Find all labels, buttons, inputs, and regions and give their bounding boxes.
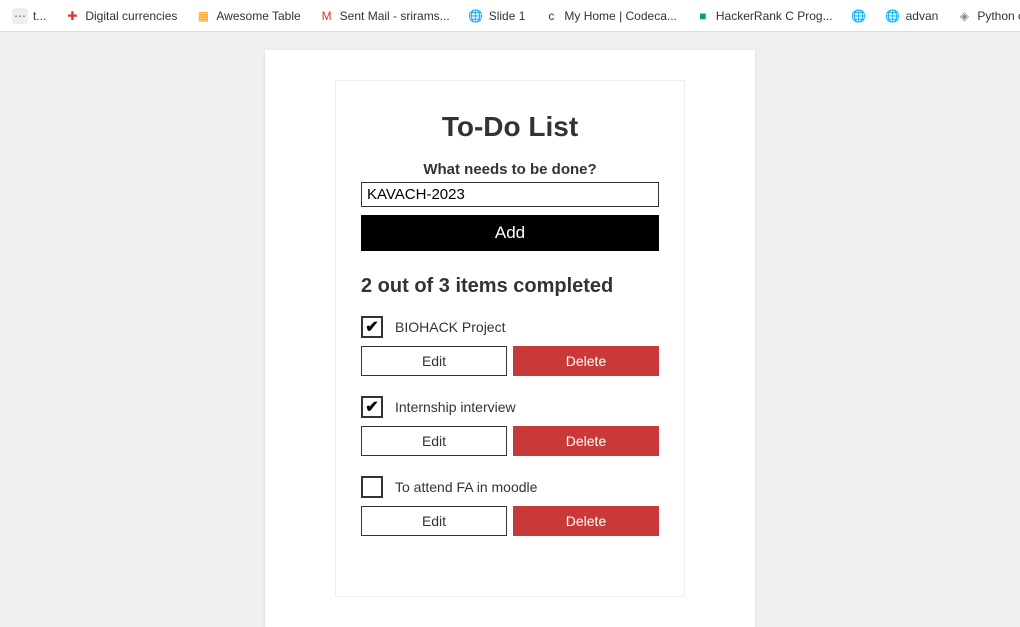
todo-app: To-Do List What needs to be done? Add 2 …: [335, 80, 685, 597]
bookmark-favicon-icon: ▦: [195, 8, 211, 24]
bookmark-favicon-icon: ⋯: [12, 8, 28, 24]
todo-checkbox[interactable]: [361, 316, 383, 338]
bookmark-label: Sent Mail - srirams...: [340, 9, 450, 23]
todo-actions: EditDelete: [361, 346, 659, 376]
bookmark-item[interactable]: M Sent Mail - srirams...: [313, 4, 456, 28]
bookmark-item[interactable]: ◈ Python object seria: [950, 4, 1020, 28]
edit-button[interactable]: Edit: [361, 426, 507, 456]
todo-row: To attend FA in moodle: [361, 476, 659, 498]
todo-actions: EditDelete: [361, 506, 659, 536]
todo-item: Internship interview EditDelete: [361, 396, 659, 456]
edit-button[interactable]: Edit: [361, 506, 507, 536]
bookmark-item[interactable]: 🌐: [845, 4, 873, 28]
bookmark-favicon-icon: ✚: [64, 8, 80, 24]
completion-summary: 2 out of 3 items completed: [361, 275, 659, 298]
bookmark-item[interactable]: ▦ Awesome Table: [189, 4, 306, 28]
bookmark-label: t...: [33, 9, 46, 23]
todo-item: BIOHACK Project EditDelete: [361, 316, 659, 376]
delete-button[interactable]: Delete: [513, 426, 659, 456]
bookmark-item[interactable]: 🌐 Slide 1: [462, 4, 532, 28]
todo-item: To attend FA in moodle EditDelete: [361, 476, 659, 536]
bookmark-favicon-icon: 🌐: [468, 8, 484, 24]
bookmark-item[interactable]: c My Home | Codeca...: [537, 4, 683, 28]
bookmark-label: Awesome Table: [216, 9, 300, 23]
bookmark-label: Digital currencies: [85, 9, 177, 23]
todo-label: BIOHACK Project: [395, 319, 505, 335]
bookmark-favicon-icon: M: [319, 8, 335, 24]
todo-label: Internship interview: [395, 399, 516, 415]
todo-actions: EditDelete: [361, 426, 659, 456]
bookmark-favicon-icon: 🌐: [885, 8, 901, 24]
bookmark-label: HackerRank C Prog...: [716, 9, 833, 23]
bookmark-favicon-icon: ◈: [956, 8, 972, 24]
bookmark-label: advan: [906, 9, 939, 23]
bookmark-bar: ⋯t...✚Digital currencies▦Awesome TableMS…: [0, 0, 1020, 32]
bookmark-item[interactable]: ✚ Digital currencies: [58, 4, 183, 28]
bookmark-label: Slide 1: [489, 9, 526, 23]
todo-checkbox[interactable]: [361, 476, 383, 498]
bookmark-item[interactable]: ⋯ t...: [6, 4, 52, 28]
bookmark-item[interactable]: 🌐 advan: [879, 4, 945, 28]
todo-checkbox[interactable]: [361, 396, 383, 418]
bookmark-favicon-icon: 🌐: [851, 8, 867, 24]
bookmark-label: My Home | Codeca...: [564, 9, 677, 23]
todo-row: BIOHACK Project: [361, 316, 659, 338]
delete-button[interactable]: Delete: [513, 506, 659, 536]
todo-row: Internship interview: [361, 396, 659, 418]
page-title: To-Do List: [361, 111, 659, 143]
page-card: To-Do List What needs to be done? Add 2 …: [265, 50, 755, 627]
delete-button[interactable]: Delete: [513, 346, 659, 376]
new-todo-input[interactable]: [361, 182, 659, 207]
add-button[interactable]: Add: [361, 215, 659, 251]
todo-label: To attend FA in moodle: [395, 479, 537, 495]
bookmark-favicon-icon: ■: [695, 8, 711, 24]
page-background: To-Do List What needs to be done? Add 2 …: [0, 32, 1020, 627]
todo-list: BIOHACK ProjectEditDeleteInternship inte…: [361, 316, 659, 536]
input-prompt: What needs to be done?: [361, 161, 659, 178]
bookmark-favicon-icon: c: [543, 8, 559, 24]
bookmark-item[interactable]: ■ HackerRank C Prog...: [689, 4, 839, 28]
edit-button[interactable]: Edit: [361, 346, 507, 376]
bookmark-label: Python object seria: [977, 9, 1020, 23]
